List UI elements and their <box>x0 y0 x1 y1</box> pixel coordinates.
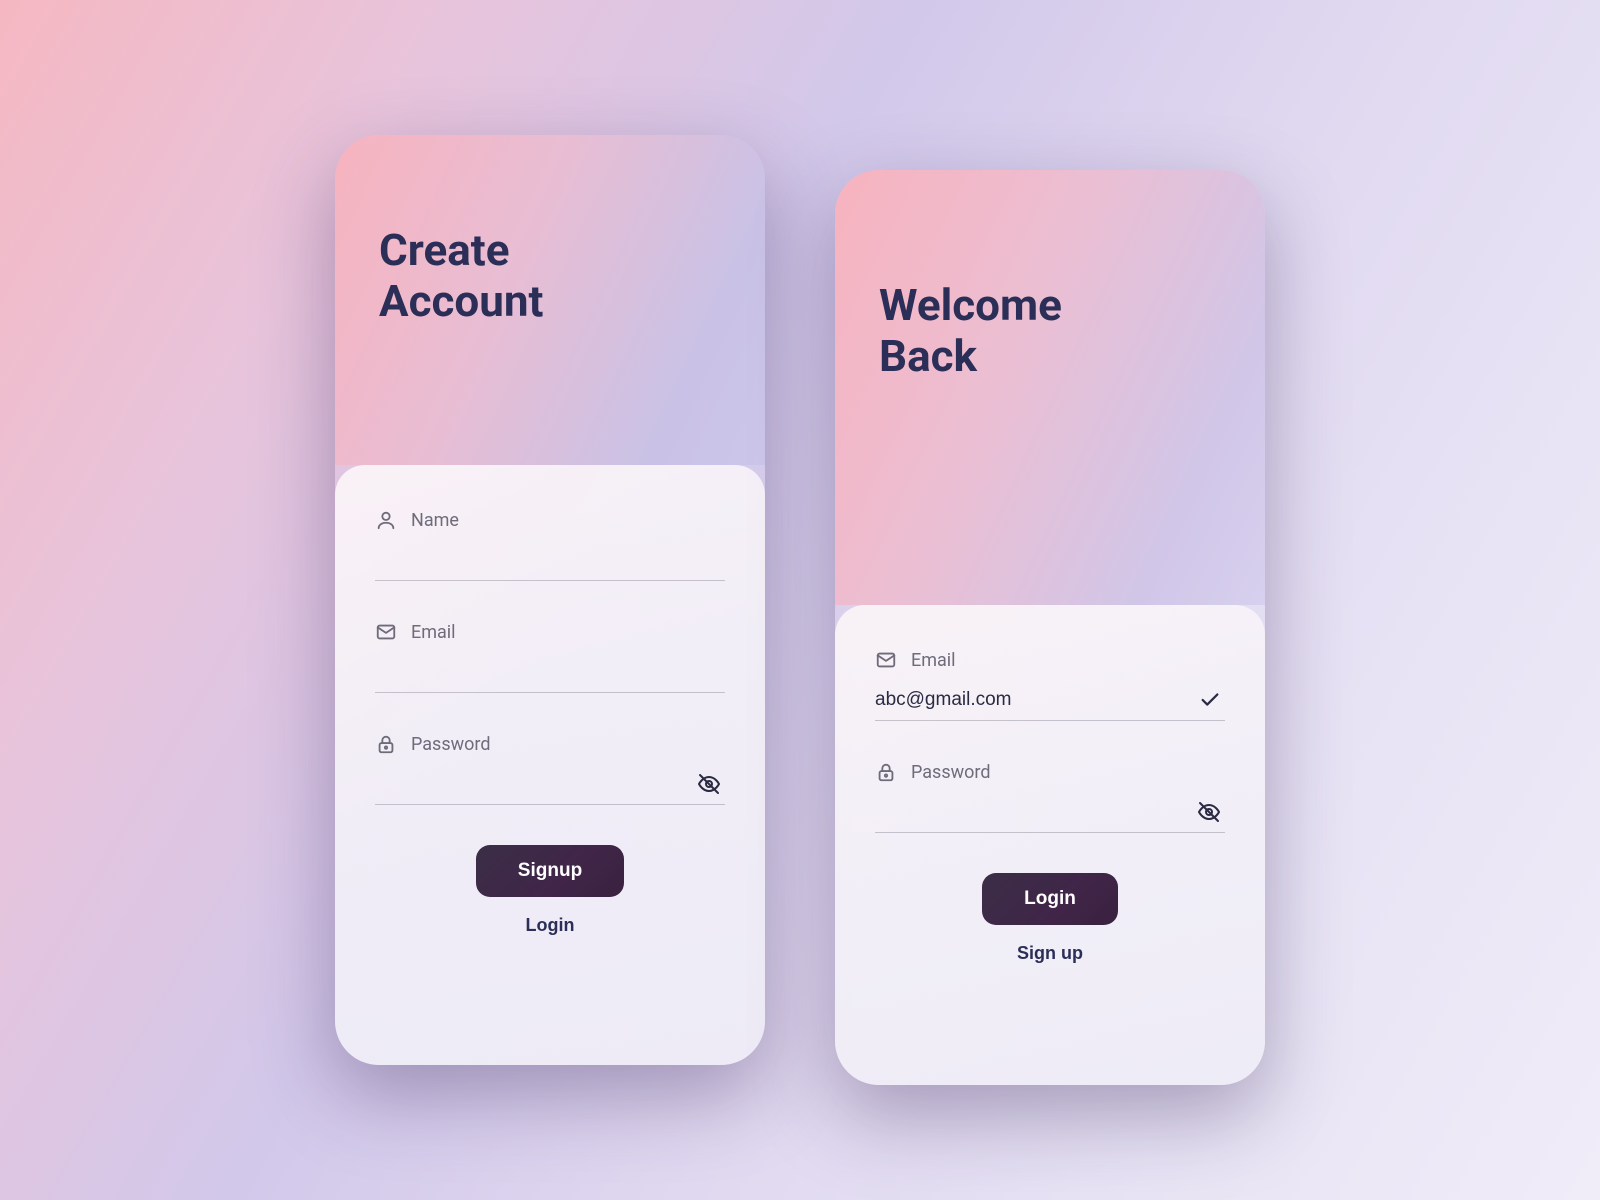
email-label-row: Email <box>375 621 725 643</box>
name-field-group: Name <box>375 509 725 581</box>
password-label: Password <box>411 734 491 755</box>
login-password-field-group: Password <box>875 761 1225 833</box>
signup-title: CreateAccount <box>379 225 721 326</box>
name-input-line <box>375 539 725 581</box>
signup-actions: Signup Login <box>375 845 725 936</box>
check-icon <box>1199 689 1221 711</box>
login-password-input[interactable] <box>875 801 1225 823</box>
login-button[interactable]: Login <box>982 873 1118 925</box>
signup-button[interactable]: Signup <box>476 845 624 897</box>
password-input[interactable] <box>375 773 725 795</box>
name-label: Name <box>411 510 459 531</box>
login-password-label-row: Password <box>875 761 1225 783</box>
login-password-label: Password <box>911 762 991 783</box>
go-to-signup-button[interactable]: Sign up <box>1017 943 1083 964</box>
login-password-input-line <box>875 791 1225 833</box>
signup-form: Name Email Password <box>335 465 765 1065</box>
login-card: WelcomeBack Email Password <box>835 170 1265 1085</box>
login-email-input[interactable] <box>875 689 1225 711</box>
mail-icon <box>875 649 897 671</box>
email-label: Email <box>411 622 456 643</box>
login-email-label: Email <box>911 650 956 671</box>
login-form: Email Password <box>835 605 1265 1085</box>
login-actions: Login Sign up <box>875 873 1225 964</box>
person-icon <box>375 509 397 531</box>
name-label-row: Name <box>375 509 725 531</box>
visibility-off-icon[interactable] <box>1197 800 1221 824</box>
lock-icon <box>375 733 397 755</box>
login-email-label-row: Email <box>875 649 1225 671</box>
login-email-input-line <box>875 679 1225 721</box>
login-email-field-group: Email <box>875 649 1225 721</box>
password-input-line <box>375 763 725 805</box>
go-to-login-button[interactable]: Login <box>526 915 575 936</box>
password-label-row: Password <box>375 733 725 755</box>
signup-card: CreateAccount Name Email <box>335 135 765 1065</box>
lock-icon <box>875 761 897 783</box>
email-input[interactable] <box>375 661 725 683</box>
email-input-line <box>375 651 725 693</box>
name-input[interactable] <box>375 549 725 571</box>
mail-icon <box>375 621 397 643</box>
login-title: WelcomeBack <box>879 280 1221 381</box>
password-field-group: Password <box>375 733 725 805</box>
email-field-group: Email <box>375 621 725 693</box>
signup-hero: CreateAccount <box>335 135 765 465</box>
visibility-off-icon[interactable] <box>697 772 721 796</box>
login-hero: WelcomeBack <box>835 170 1265 605</box>
